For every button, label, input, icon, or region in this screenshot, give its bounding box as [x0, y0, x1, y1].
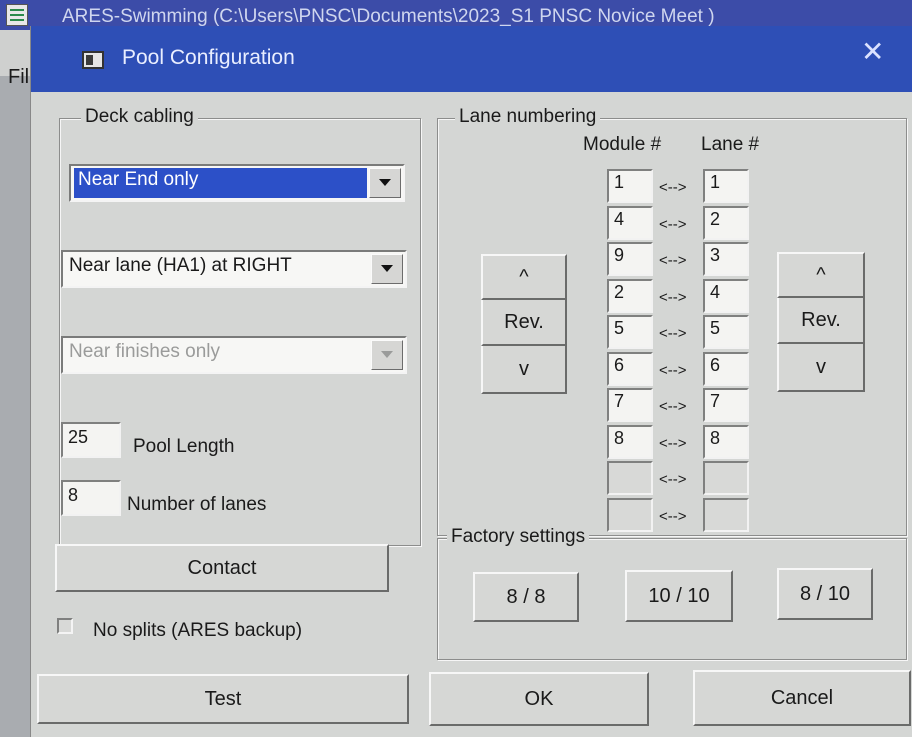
- app-title: ARES-Swimming (C:\Users\PNSC\Documents\2…: [62, 6, 715, 27]
- lane-number-field[interactable]: 4: [703, 279, 749, 313]
- lane-number-field[interactable]: 8: [703, 425, 749, 459]
- lane-number-field[interactable]: [703, 461, 749, 495]
- dialog-title: Pool Configuration: [122, 46, 295, 69]
- app-icon: [6, 4, 28, 26]
- lane-map-separator: <-->: [659, 179, 687, 196]
- close-icon[interactable]: ✕: [861, 38, 884, 66]
- lane-map-separator: <-->: [659, 362, 687, 379]
- module-column-header: Module #: [583, 134, 662, 155]
- cabling-select[interactable]: Near End only: [69, 164, 405, 202]
- lane-number-field[interactable]: 2: [703, 206, 749, 240]
- lane-reverse-button[interactable]: Rev.: [777, 298, 865, 344]
- lane-map-separator: <-->: [659, 216, 687, 233]
- lane-map-separator: <-->: [659, 508, 687, 525]
- lane-numbering-label: Lane numbering: [455, 106, 601, 128]
- factory-settings-label: Factory settings: [447, 526, 590, 548]
- pool-configuration-dialog: Pool Configuration ✕ Deck cabling Near E…: [30, 26, 912, 737]
- cancel-button[interactable]: Cancel: [693, 670, 911, 726]
- pool-length-input[interactable]: 25: [61, 422, 121, 458]
- module-number-field[interactable]: [607, 461, 653, 495]
- pool-length-label: Pool Length: [133, 436, 235, 457]
- deck-cabling-label: Deck cabling: [81, 106, 198, 128]
- no-splits-checkbox[interactable]: [57, 618, 73, 634]
- module-move-up-button[interactable]: ^: [481, 254, 567, 300]
- number-of-lanes-label: Number of lanes: [127, 494, 267, 515]
- module-number-field[interactable]: 6: [607, 352, 653, 386]
- lane-number-field[interactable]: 3: [703, 242, 749, 276]
- cabling-select-value: Near End only: [74, 168, 367, 198]
- chevron-down-icon[interactable]: [369, 168, 401, 198]
- finishes-select: Near finishes only: [61, 336, 407, 374]
- module-number-field[interactable]: 2: [607, 279, 653, 313]
- chevron-down-icon[interactable]: [371, 254, 403, 284]
- lane-map-separator: <-->: [659, 435, 687, 452]
- lane-number-field[interactable]: 6: [703, 352, 749, 386]
- module-number-field[interactable]: [607, 498, 653, 532]
- lane-number-field[interactable]: 7: [703, 388, 749, 422]
- number-of-lanes-input[interactable]: 8: [61, 480, 121, 516]
- lane-map-separator: <-->: [659, 325, 687, 342]
- contact-button[interactable]: Contact: [55, 544, 389, 592]
- lane-map-separator: <-->: [659, 289, 687, 306]
- lane-number-field[interactable]: 1: [703, 169, 749, 203]
- module-number-field[interactable]: 4: [607, 206, 653, 240]
- factory-10-10-button[interactable]: 10 / 10: [625, 570, 733, 622]
- module-number-field[interactable]: 1: [607, 169, 653, 203]
- factory-8-10-button[interactable]: 8 / 10: [777, 568, 873, 620]
- window-icon: [82, 51, 104, 69]
- module-number-field[interactable]: 5: [607, 315, 653, 349]
- lane-number-field[interactable]: [703, 498, 749, 532]
- module-reverse-button[interactable]: Rev.: [481, 300, 567, 346]
- chevron-down-icon: [371, 340, 403, 370]
- lane-number-field[interactable]: 5: [703, 315, 749, 349]
- lane-side-select-value: Near lane (HA1) at RIGHT: [69, 255, 292, 276]
- lane-column-header: Lane #: [701, 134, 760, 155]
- lane-move-down-button[interactable]: v: [777, 344, 865, 392]
- lane-map-separator: <-->: [659, 398, 687, 415]
- lane-side-select[interactable]: Near lane (HA1) at RIGHT: [61, 250, 407, 288]
- factory-8-8-button[interactable]: 8 / 8: [473, 572, 579, 622]
- test-button[interactable]: Test: [37, 674, 409, 724]
- lane-map-separator: <-->: [659, 471, 687, 488]
- ok-button[interactable]: OK: [429, 672, 649, 726]
- module-number-field[interactable]: 8: [607, 425, 653, 459]
- module-number-field[interactable]: 9: [607, 242, 653, 276]
- finishes-select-value: Near finishes only: [69, 341, 221, 362]
- no-splits-label: No splits (ARES backup): [93, 620, 303, 641]
- module-move-down-button[interactable]: v: [481, 346, 567, 394]
- lane-move-up-button[interactable]: ^: [777, 252, 865, 298]
- module-number-field[interactable]: 7: [607, 388, 653, 422]
- lane-map-separator: <-->: [659, 252, 687, 269]
